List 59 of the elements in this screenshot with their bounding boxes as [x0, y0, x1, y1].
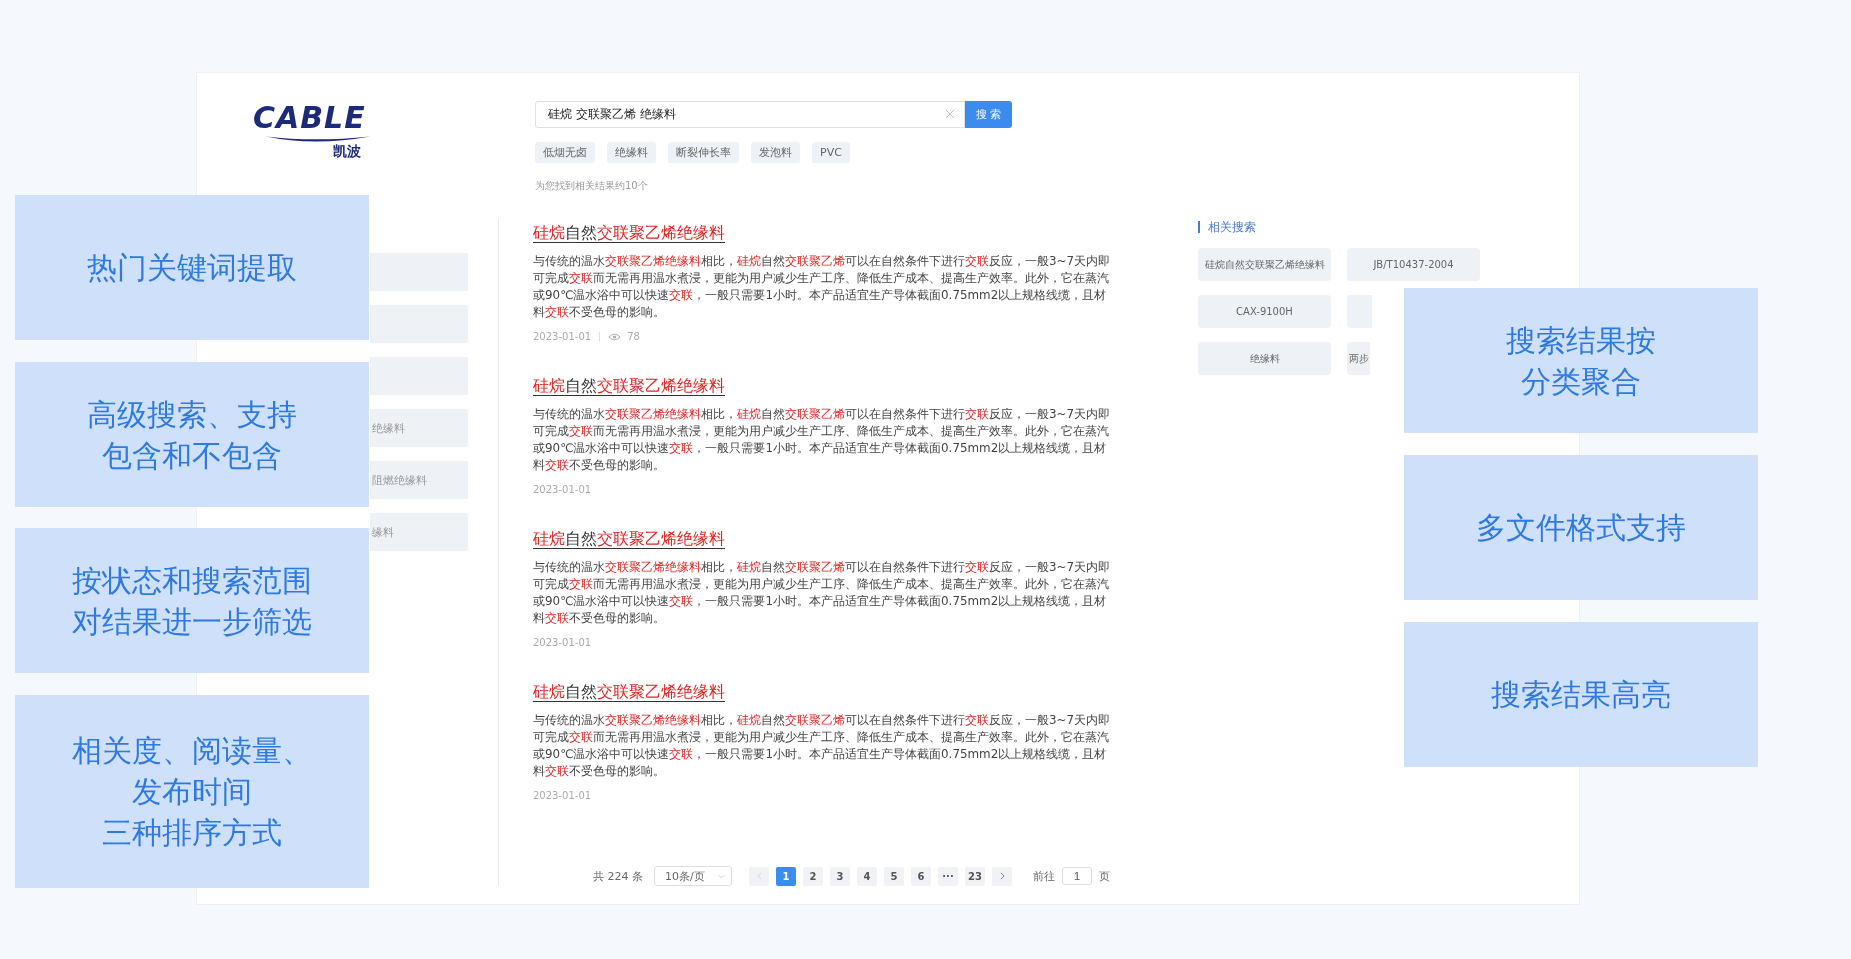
page-input[interactable]: 1	[1062, 867, 1092, 885]
feature-callout: 高级搜索、支持 包含和不包含	[15, 362, 369, 507]
keyword-tag[interactable]: 发泡料	[751, 142, 800, 163]
keyword-tag[interactable]: 断裂伸长率	[668, 142, 739, 163]
result-title-link[interactable]: 硅烷自然交联聚乙烯绝缘料	[533, 376, 725, 396]
related-search-chip[interactable]: 两步	[1347, 342, 1370, 375]
related-search-chip[interactable]: 硅烷自然交联聚乙烯绝缘料	[1198, 248, 1331, 281]
result-title-link[interactable]: 硅烷自然交联聚乙烯绝缘料	[533, 223, 725, 243]
logo-subtitle: 凯波	[333, 143, 361, 161]
page-button[interactable]: 23	[965, 866, 985, 886]
feature-callout: 按状态和搜索范围 对结果进一步筛选	[15, 528, 369, 673]
keyword-tag[interactable]: PVC	[812, 142, 850, 163]
eye-icon	[608, 332, 622, 341]
search-field[interactable]: 硅烷 交联聚乙烯 绝缘料	[535, 101, 965, 128]
result-count: 为您找到相关结果约10个	[535, 179, 649, 193]
feature-callout: 搜索结果按 分类聚合	[1404, 288, 1758, 433]
chevron-right-icon	[999, 872, 1005, 880]
chevron-down-icon	[718, 873, 725, 879]
result-date: 2023-01-01	[533, 637, 592, 648]
result-snippet: 与传统的温水交联聚乙烯绝缘料相比，硅烷自然交联聚乙烯可以在自然条件下进行交联反应，一般3~7天内即可完成交联而无需再用温水煮浸，更能为用户减少生产工序、降低生产成本、提高生产效率。此外，它在蒸汽或90℃温水浴中可以快速交联，一般只需要1小时。本产品适宜生产导体截面0.75mm2以上规格线缆，且材料交联不受色母的影响。	[533, 253, 1112, 321]
feature-callout: 相关度、阅读量、 发布时间 三种排序方式	[15, 695, 369, 888]
feature-callout: 搜索结果高亮	[1404, 622, 1758, 767]
next-page-button[interactable]	[992, 866, 1012, 886]
total-count: 共 224 条	[593, 868, 643, 884]
close-icon[interactable]	[945, 109, 955, 119]
page-button[interactable]: 5	[884, 866, 904, 886]
result-snippet: 与传统的温水交联聚乙烯绝缘料相比，硅烷自然交联聚乙烯可以在自然条件下进行交联反应，一般3~7天内即可完成交联而无需再用温水煮浸，更能为用户减少生产工序、降低生产成本、提高生产效率。此外，它在蒸汽或90℃温水浴中可以快速交联，一般只需要1小时。本产品适宜生产导体截面0.75mm2以上规格线缆，且材料交联不受色母的影响。	[533, 559, 1112, 627]
page-button[interactable]: 1	[776, 866, 796, 886]
sidebar-item[interactable]	[370, 305, 468, 343]
result-date: 2023-01-01	[533, 331, 592, 342]
page-unit: 页	[1099, 868, 1110, 884]
result-title-link[interactable]: 硅烷自然交联聚乙烯绝缘料	[533, 682, 725, 702]
feature-callout: 多文件格式支持	[1404, 455, 1758, 600]
keyword-tag[interactable]: 绝缘料	[607, 142, 656, 163]
page-button[interactable]: 6	[911, 866, 931, 886]
search-button[interactable]: 搜 索	[965, 101, 1012, 128]
related-search-chip[interactable]: JB/T10437-2004	[1347, 248, 1480, 281]
related-search-heading: 相关搜索	[1198, 221, 1498, 233]
page-button[interactable]: ···	[938, 866, 958, 886]
feature-callout: 热门关键词提取	[15, 195, 369, 340]
chevron-left-icon	[756, 872, 762, 880]
page-button[interactable]: 3	[830, 866, 850, 886]
logo: CABLE	[253, 101, 366, 135]
result-snippet: 与传统的温水交联聚乙烯绝缘料相比，硅烷自然交联聚乙烯可以在自然条件下进行交联反应，一般3~7天内即可完成交联而无需再用温水煮浸，更能为用户减少生产工序、降低生产成本、提高生产效率。此外，它在蒸汽或90℃温水浴中可以快速交联，一般只需要1小时。本产品适宜生产导体截面0.75mm2以上规格线缆，且材料交联不受色母的影响。	[533, 712, 1112, 780]
goto-label: 前往	[1033, 868, 1055, 884]
result-title-link[interactable]: 硅烷自然交联聚乙烯绝缘料	[533, 529, 725, 549]
related-search-chip[interactable]: CAX-9100H	[1198, 295, 1331, 328]
sidebar-item[interactable]	[370, 253, 468, 291]
result-date: 2023-01-01	[533, 790, 592, 801]
result-snippet: 与传统的温水交联聚乙烯绝缘料相比，硅烷自然交联聚乙烯可以在自然条件下进行交联反应，一般3~7天内即可完成交联而无需再用温水煮浸，更能为用户减少生产工序、降低生产成本、提高生产效率。此外，它在蒸汽或90℃温水浴中可以快速交联，一般只需要1小时。本产品适宜生产导体截面0.75mm2以上规格线缆，且材料交联不受色母的影响。	[533, 406, 1112, 474]
page-button[interactable]: 4	[857, 866, 877, 886]
sidebar-item[interactable]	[370, 357, 468, 395]
previous-page-button[interactable]	[749, 866, 769, 886]
related-search-chip[interactable]: 绝缘料	[1198, 342, 1331, 375]
result-date: 2023-01-01	[533, 484, 592, 495]
page-button[interactable]: 2	[803, 866, 823, 886]
view-count: 78	[627, 331, 640, 342]
page-size-select[interactable]: 10条/页	[654, 866, 732, 886]
keyword-tag[interactable]: 低烟无卤	[535, 142, 595, 163]
